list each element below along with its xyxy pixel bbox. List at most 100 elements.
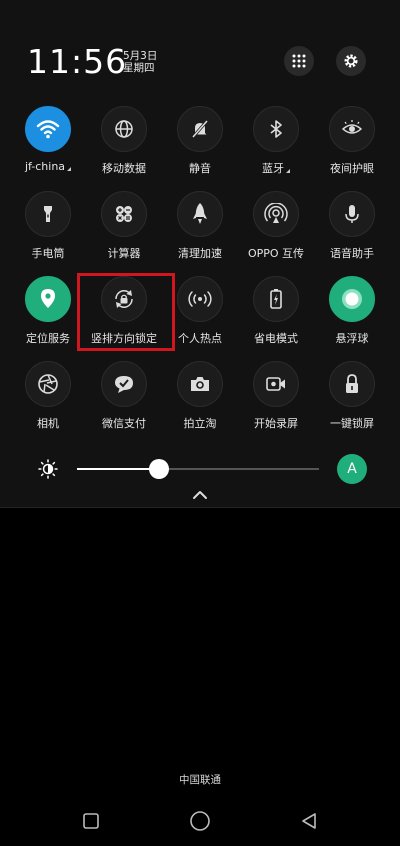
clock-time: 11:56 (27, 42, 128, 81)
tile-label-text: 省电模式 (254, 332, 298, 345)
expand-caret-icon (286, 169, 290, 173)
tile-label-text: 计算器 (107, 247, 141, 260)
microphone-icon (341, 203, 363, 225)
tile-toggle[interactable] (177, 191, 223, 237)
tile-calculator[interactable]: 计算器 (86, 191, 162, 261)
tile-bell-off[interactable]: 静音 (162, 106, 238, 176)
calculator-icon (113, 203, 135, 225)
panel-divider (0, 507, 400, 508)
tile-toggle[interactable] (329, 276, 375, 322)
tile-label-text: jf-china (24, 160, 66, 173)
tile-wechat-pay[interactable]: 微信支付 (86, 361, 162, 431)
video-record-icon (264, 373, 288, 395)
tile-camera-shutter[interactable]: 相机 (10, 361, 86, 431)
tile-label: 定位服务 (10, 330, 86, 346)
tile-label-text: 个人热点 (178, 332, 222, 345)
brightness-slider[interactable] (77, 468, 319, 470)
carrier-name: 中国联通 (179, 774, 221, 786)
tile-video-record[interactable]: 开始录屏 (238, 361, 314, 431)
circle-icon (190, 811, 210, 831)
tile-toggle[interactable] (329, 191, 375, 237)
bluetooth-icon (265, 118, 287, 140)
tile-toggle[interactable] (177, 106, 223, 152)
tile-bluetooth[interactable]: 蓝牙 (238, 106, 314, 176)
tile-label: 相机 (10, 415, 86, 431)
home-button[interactable] (189, 810, 211, 832)
edit-tiles-button[interactable] (284, 46, 314, 76)
navigation-bar (0, 800, 400, 840)
brightness-slider-fill (77, 468, 160, 470)
tile-toggle[interactable] (101, 361, 147, 407)
tile-flashlight[interactable]: 手电筒 (10, 191, 86, 261)
tile-label: 开始录屏 (238, 415, 314, 431)
settings-button[interactable] (336, 46, 366, 76)
flashlight-icon (37, 203, 59, 225)
back-triangle-icon (302, 813, 316, 829)
back-button[interactable] (298, 810, 320, 832)
location-icon (37, 287, 59, 311)
tile-label: 移动数据 (86, 160, 162, 176)
hotspot-icon (187, 289, 213, 309)
tile-wifi[interactable]: jf-china (10, 106, 86, 176)
tile-toggle[interactable] (101, 191, 147, 237)
tile-label: 静音 (162, 160, 238, 176)
tile-toggle[interactable] (177, 276, 223, 322)
recent-apps-button[interactable] (80, 810, 102, 832)
tile-eye[interactable]: 夜间护眼 (314, 106, 390, 176)
tile-toggle[interactable] (253, 276, 299, 322)
tile-toggle[interactable] (177, 361, 223, 407)
camera-shutter-icon (36, 372, 60, 396)
rocket-icon (189, 202, 211, 226)
tile-toggle[interactable] (253, 191, 299, 237)
grid-dots-icon (292, 54, 306, 68)
tile-label-text: 一键锁屏 (330, 417, 374, 430)
tile-lock[interactable]: 一键锁屏 (314, 361, 390, 431)
tile-label: 手电筒 (10, 245, 86, 261)
tile-label: 蓝牙 (238, 160, 314, 176)
tile-label-text: 微信支付 (102, 417, 146, 430)
bell-off-icon (189, 118, 211, 140)
tile-toggle[interactable] (25, 191, 71, 237)
tile-toggle[interactable] (329, 106, 375, 152)
highlight-box (77, 273, 175, 351)
tile-floating-ball[interactable]: 悬浮球 (314, 276, 390, 346)
brightness-row: A (0, 452, 400, 486)
tile-label: 一键锁屏 (314, 415, 390, 431)
tile-label: OPPO 互传 (238, 245, 314, 261)
globe-icon (113, 118, 135, 140)
tile-label-text: 悬浮球 (335, 332, 369, 345)
wifi-icon (35, 118, 61, 140)
tile-toggle[interactable] (329, 361, 375, 407)
tile-label: 语音助手 (314, 245, 390, 261)
tile-label: 省电模式 (238, 330, 314, 346)
tile-label-text: 移动数据 (102, 162, 146, 175)
auto-brightness-button[interactable]: A (337, 454, 367, 484)
tile-toggle[interactable] (25, 276, 71, 322)
tile-label-text: 定位服务 (26, 332, 70, 345)
tile-label-text: OPPO 互传 (247, 247, 305, 260)
collapse-chevron-icon[interactable] (192, 489, 208, 501)
tile-label-text: 拍立淘 (183, 417, 217, 430)
tile-toggle[interactable] (253, 361, 299, 407)
tile-microphone[interactable]: 语音助手 (314, 191, 390, 261)
tile-toggle[interactable] (25, 106, 71, 152)
square-icon (83, 813, 99, 829)
clock-date: 5月3日 星期四 (123, 50, 157, 74)
floating-ball-icon (339, 286, 365, 312)
share-icon (264, 203, 288, 225)
tile-label: 拍立淘 (162, 415, 238, 431)
tile-label: 微信支付 (86, 415, 162, 431)
tile-share[interactable]: OPPO 互传 (238, 191, 314, 261)
brightness-slider-thumb[interactable] (149, 459, 170, 479)
expand-caret-icon (67, 167, 72, 171)
battery-icon (265, 287, 287, 311)
tile-battery[interactable]: 省电模式 (238, 276, 314, 346)
tile-globe[interactable]: 移动数据 (86, 106, 162, 176)
tile-camera[interactable]: 拍立淘 (162, 361, 238, 431)
date-weekday: 星期四 (123, 62, 155, 74)
tile-location[interactable]: 定位服务 (10, 276, 86, 346)
tile-rocket[interactable]: 清理加速 (162, 191, 238, 261)
tile-toggle[interactable] (253, 106, 299, 152)
tile-toggle[interactable] (25, 361, 71, 407)
tile-toggle[interactable] (101, 106, 147, 152)
